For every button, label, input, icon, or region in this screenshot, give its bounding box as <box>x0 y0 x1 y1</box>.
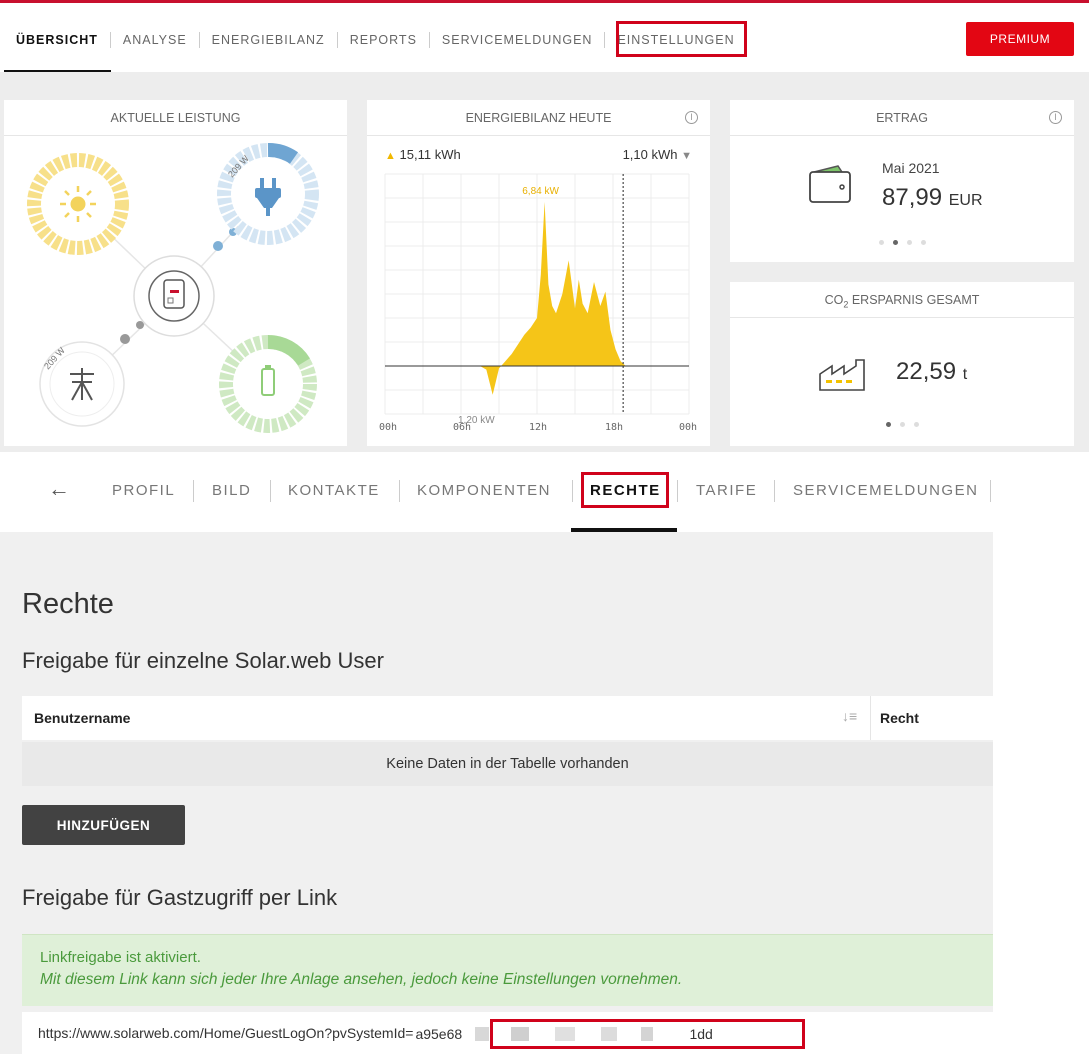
x-tick-label: 00h <box>679 422 697 433</box>
ertrag-value: 87,99 <box>882 184 943 211</box>
power-flow-diagram[interactable]: 209 W 209 W <box>4 136 347 446</box>
carousel-dot[interactable] <box>878 240 884 245</box>
card-title: AKTUELLE LEISTUNG <box>4 100 347 136</box>
solar-node[interactable] <box>27 153 129 255</box>
tab-analyse[interactable]: ANALYSE <box>111 32 200 48</box>
co2-value: 22,59 <box>896 358 957 385</box>
alert-status-text: Linkfreigabe ist aktiviert. <box>40 949 201 966</box>
card-title: ERTRAG <box>876 111 928 125</box>
ertrag-unit: EUR <box>948 192 983 209</box>
top-navigation-bar: ÜBERSICHT ANALYSE ENERGIEBILANZ REPORTS … <box>0 0 1089 73</box>
wallet-icon <box>809 165 851 203</box>
users-table-header: Benutzername ↓≡ Recht <box>22 696 993 740</box>
peak-label: 6,84 kW <box>522 186 559 197</box>
chart-gridlines <box>384 173 690 415</box>
subtab-bild[interactable]: BILD <box>212 482 251 499</box>
subtab-servicemeldungen[interactable]: SERVICEMELDUNGEN <box>793 482 978 499</box>
battery-node[interactable] <box>219 334 317 433</box>
card-title: CO2 ERSPARNIS GESAMT <box>730 282 1074 318</box>
grid-node[interactable]: 209 W <box>39 341 125 427</box>
carousel-dot[interactable] <box>899 422 905 427</box>
consumed-energy: 1,10 kWh ▼ <box>622 147 692 162</box>
settings-panel: ← PROFIL BILD KONTAKTE KOMPONENTEN RECHT… <box>0 452 993 1054</box>
back-arrow-icon[interactable]: ← <box>48 476 70 502</box>
card-energiebilanz-heute: ENERGIEBILANZ HEUTE i ▲ 15,11 kWh 1,10 k… <box>367 100 710 446</box>
energy-balance-chart[interactable]: 6,84 kW 1,20 kW 00h 06h 12h 18h 00h <box>367 166 710 436</box>
premium-button[interactable]: PREMIUM <box>966 22 1074 56</box>
guest-section-heading: Freigabe für Gastzugriff per Link <box>22 885 338 910</box>
subtab-kontakte[interactable]: KONTAKTE <box>288 482 380 499</box>
x-axis-ticks: 00h 06h 12h 18h 00h <box>379 422 697 433</box>
card-title: ENERGIEBILANZ HEUTE <box>465 111 612 125</box>
active-subtab-indicator <box>571 528 677 532</box>
column-header-recht[interactable]: Recht <box>880 710 919 726</box>
tab-reports[interactable]: REPORTS <box>338 32 430 48</box>
triangle-up-icon: ▲ <box>385 150 396 162</box>
subtab-komponenten[interactable]: KOMPONENTEN <box>417 482 551 499</box>
x-tick-label: 18h <box>605 422 623 433</box>
card-aktuelle-leistung: AKTUELLE LEISTUNG 209 W 209 W <box>4 100 347 446</box>
carousel-dot-active[interactable] <box>892 240 898 245</box>
ertrag-value-group: 87,99 EUR <box>882 184 983 212</box>
x-tick-label: 12h <box>529 422 547 433</box>
x-tick-label: 06h <box>453 422 471 433</box>
dashboard: AKTUELLE LEISTUNG 209 W 209 W ENERGIEBIL… <box>0 72 1089 452</box>
page-title: Rechte <box>22 588 114 620</box>
load-node[interactable]: 209 W <box>217 143 319 245</box>
carousel-dots <box>730 422 1074 427</box>
guest-link-prefix: https://www.solarweb.com/Home/GuestLogOn… <box>38 1025 414 1041</box>
tab-servicemeldungen[interactable]: SERVICEMELDUNGEN <box>430 32 606 48</box>
redaction-block <box>475 1027 490 1042</box>
subtab-tarife[interactable]: TARIFE <box>696 482 757 499</box>
co2-value-group: 22,59 t <box>896 358 967 386</box>
highlight-system-id <box>490 1019 805 1049</box>
highlight-einstellungen <box>616 21 747 57</box>
inverter-node[interactable] <box>133 255 215 337</box>
carousel-dot[interactable] <box>906 240 912 245</box>
carousel-dot-active[interactable] <box>885 422 891 427</box>
triangle-down-icon: ▼ <box>681 150 692 162</box>
users-section-heading: Freigabe für einzelne Solar.web User <box>22 648 384 673</box>
co2-unit: t <box>962 366 968 383</box>
settings-subnav: ← PROFIL BILD KONTAKTE KOMPONENTEN RECHT… <box>0 452 993 532</box>
table-empty-row: Keine Daten in der Tabelle vorhanden <box>22 742 993 786</box>
link-share-alert: Linkfreigabe ist aktiviert. Mit diesem L… <box>22 934 993 1006</box>
add-user-button[interactable]: HINZUFÜGEN <box>22 805 185 845</box>
info-icon[interactable]: i <box>685 111 698 124</box>
tab-uebersicht[interactable]: ÜBERSICHT <box>4 32 111 48</box>
sort-icon[interactable]: ↓≡ <box>842 708 857 724</box>
highlight-rechte <box>581 472 669 508</box>
produced-energy: ▲ 15,11 kWh <box>385 147 461 162</box>
subtab-profil[interactable]: PROFIL <box>112 482 175 499</box>
carousel-dots <box>730 240 1074 245</box>
ertrag-period: Mai 2021 <box>882 160 940 176</box>
card-co2-ersparnis: CO2 ERSPARNIS GESAMT 22,59 t <box>730 282 1074 446</box>
flow-dot <box>213 241 223 251</box>
factory-icon <box>819 359 865 391</box>
flow-dot <box>120 334 130 344</box>
info-icon[interactable]: i <box>1049 111 1062 124</box>
column-header-benutzername[interactable]: Benutzername <box>34 710 130 726</box>
carousel-dot[interactable] <box>920 240 926 245</box>
alert-info-text: Mit diesem Link kann sich jeder Ihre Anl… <box>40 971 683 988</box>
card-ertrag: ERTRAG i Mai 2021 87,99 EUR <box>730 100 1074 262</box>
sun-icon <box>60 186 96 222</box>
tab-energiebilanz[interactable]: ENERGIEBILANZ <box>200 32 338 48</box>
x-tick-label: 00h <box>379 422 397 433</box>
inverter-icon <box>163 279 185 309</box>
carousel-dot[interactable] <box>913 422 919 427</box>
